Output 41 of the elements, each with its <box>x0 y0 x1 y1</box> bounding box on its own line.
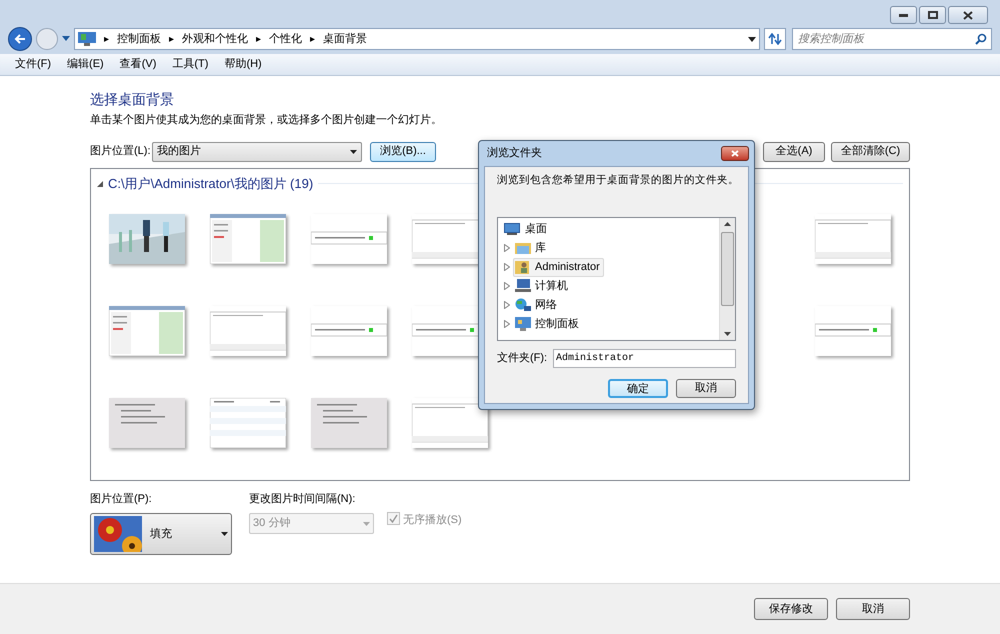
folder-field[interactable]: Administrator <box>553 348 736 368</box>
position-dropdown[interactable]: 填充 <box>90 513 232 555</box>
location-dropdown[interactable]: 我的图片 <box>152 142 362 162</box>
menu-item[interactable]: 编辑(E) <box>60 56 111 73</box>
breadcrumb-separator[interactable]: ▸ <box>169 32 174 46</box>
dialog-title: 浏览文件夹 <box>486 146 543 162</box>
tree-item[interactable]: Administrator <box>513 258 604 277</box>
cancel-button[interactable]: 取消 <box>836 598 910 620</box>
interval-label: 更改图片时间间隔(N): <box>249 492 356 506</box>
breadcrumb-separator[interactable]: ▸ <box>256 32 261 46</box>
menu-item[interactable]: 工具(T) <box>165 56 216 73</box>
tree-item[interactable]: 网络 <box>513 296 561 315</box>
tree-item[interactable]: 库 <box>513 238 550 258</box>
page-title: 选择桌面背景 <box>90 90 175 108</box>
shuffle-label: 无序播放(S) <box>403 512 462 528</box>
save-button[interactable]: 保存修改 <box>754 598 828 620</box>
position-label: 图片位置(P): <box>90 492 153 506</box>
location-label: 图片位置(L): <box>90 144 152 160</box>
cancel-button[interactable]: 取消 <box>676 378 736 398</box>
tree-item[interactable]: 计算机 <box>513 276 572 296</box>
breadcrumb-item[interactable]: 控制面板 <box>117 30 161 48</box>
group-header[interactable]: C:\用户\Administrator\我的图片 (19) <box>108 174 314 194</box>
tree-item[interactable]: 控制面板 <box>513 314 583 334</box>
browse-button[interactable]: 浏览(B)... <box>370 142 436 162</box>
description: 单击某个图片使其成为您的桌面背景，或选择多个图片创建一个幻灯片。 <box>90 112 443 128</box>
menu-item[interactable]: 文件(F) <box>8 56 58 73</box>
menu-item[interactable]: 查看(V) <box>112 56 164 73</box>
search-field[interactable]: 搜索控制面板 <box>792 28 992 50</box>
clear-all-button[interactable]: 全部清除(C) <box>831 142 910 162</box>
folder-label: 文件夹(F): <box>497 350 548 366</box>
breadcrumb-separator[interactable]: ▸ <box>104 32 109 46</box>
ok-button[interactable]: 确定 <box>608 378 668 398</box>
menu-item[interactable]: 帮助(H) <box>217 56 269 73</box>
breadcrumb-item[interactable]: 桌面背景 <box>323 30 367 48</box>
address-field[interactable]: ▸ 控制面板 ▸ 外观和个性化 ▸ 个性化 ▸ 桌面背景 <box>74 28 760 50</box>
select-all-button[interactable]: 全选(A) <box>763 142 825 162</box>
tree-item[interactable]: 桌面 <box>504 220 549 239</box>
dialog-instruction: 浏览到包含您希望用于桌面背景的图片的文件夹。 <box>497 173 736 188</box>
breadcrumb-separator[interactable]: ▸ <box>310 32 315 46</box>
breadcrumb-item[interactable]: 外观和个性化 <box>182 30 248 48</box>
breadcrumb-item[interactable]: 个性化 <box>269 30 302 48</box>
